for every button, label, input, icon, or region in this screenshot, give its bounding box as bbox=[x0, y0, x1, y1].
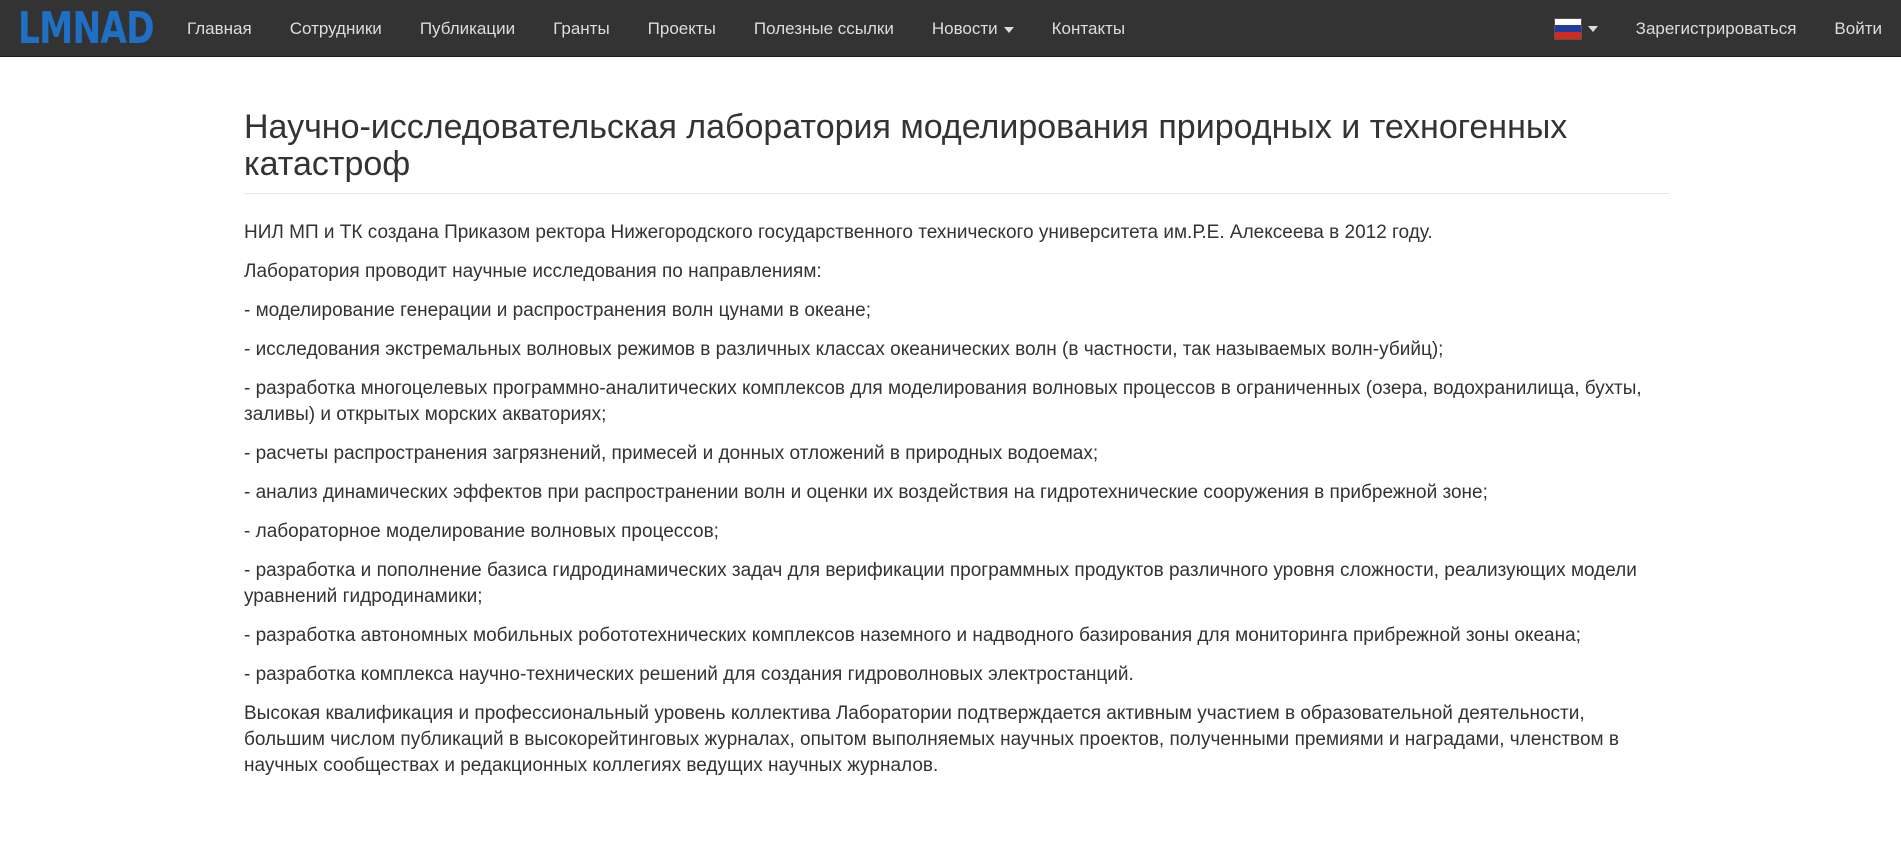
direction-item: - расчеты распространения загрязнений, п… bbox=[244, 443, 1099, 464]
nav-item-publications[interactable]: Публикации bbox=[401, 0, 534, 57]
page-title: Научно-исследовательская лаборатория мод… bbox=[244, 109, 1669, 194]
direction-item: - моделирование генерации и распростране… bbox=[244, 300, 871, 321]
nav-item-projects[interactable]: Проекты bbox=[629, 0, 735, 57]
paragraph-conclusion: Высокая квалификация и профессиональный … bbox=[244, 703, 1619, 776]
paragraph-intro: НИЛ МП и ТК создана Приказом ректора Ниж… bbox=[244, 222, 1433, 243]
direction-item: - лабораторное моделирование волновых пр… bbox=[244, 521, 719, 542]
user-nav: Зарегистрироваться Войти bbox=[1535, 0, 1901, 57]
main-nav: Главная Сотрудники Публикации Гранты Про… bbox=[168, 0, 1144, 57]
caret-down-icon bbox=[1003, 26, 1014, 33]
login-link[interactable]: Войти bbox=[1815, 0, 1901, 57]
nav-item-contacts[interactable]: Контакты bbox=[1033, 0, 1144, 57]
direction-item: - разработка автономных мобильных робото… bbox=[244, 625, 1581, 646]
direction-item: - исследования экстремальных волновых ре… bbox=[244, 339, 1444, 360]
russia-flag-icon bbox=[1553, 17, 1582, 40]
language-dropdown[interactable] bbox=[1535, 0, 1617, 57]
nav-item-news-label: Новости bbox=[931, 19, 998, 38]
brand-logo-link[interactable]: LMNAD bbox=[18, 3, 162, 54]
paragraph-directions-heading: Лаборатория проводит научные исследовани… bbox=[244, 261, 822, 282]
direction-item: - анализ динамических эффектов при распр… bbox=[244, 482, 1488, 503]
nav-item-home[interactable]: Главная bbox=[168, 0, 271, 57]
register-link[interactable]: Зарегистрироваться bbox=[1617, 0, 1816, 57]
direction-item: - разработка многоцелевых программно-ана… bbox=[244, 378, 1642, 425]
direction-item: - разработка комплекса научно-технически… bbox=[244, 664, 1134, 685]
main-content: Научно-исследовательская лаборатория мод… bbox=[244, 57, 1669, 792]
nav-item-useful-links[interactable]: Полезные ссылки bbox=[735, 0, 913, 57]
lab-description: НИЛ МП и ТК создана Приказом ректора Ниж… bbox=[244, 220, 1669, 779]
nav-item-grants[interactable]: Гранты bbox=[534, 0, 629, 57]
nav-item-staff[interactable]: Сотрудники bbox=[271, 0, 401, 57]
nav-item-news-dropdown[interactable]: Новости bbox=[913, 0, 1033, 57]
top-navbar: LMNAD Главная Сотрудники Публикации Гран… bbox=[0, 0, 1901, 57]
caret-down-icon bbox=[1587, 25, 1598, 32]
brand-logo-text: LMNAD bbox=[18, 3, 155, 54]
direction-item: - разработка и пополнение базиса гидроди… bbox=[244, 560, 1637, 607]
